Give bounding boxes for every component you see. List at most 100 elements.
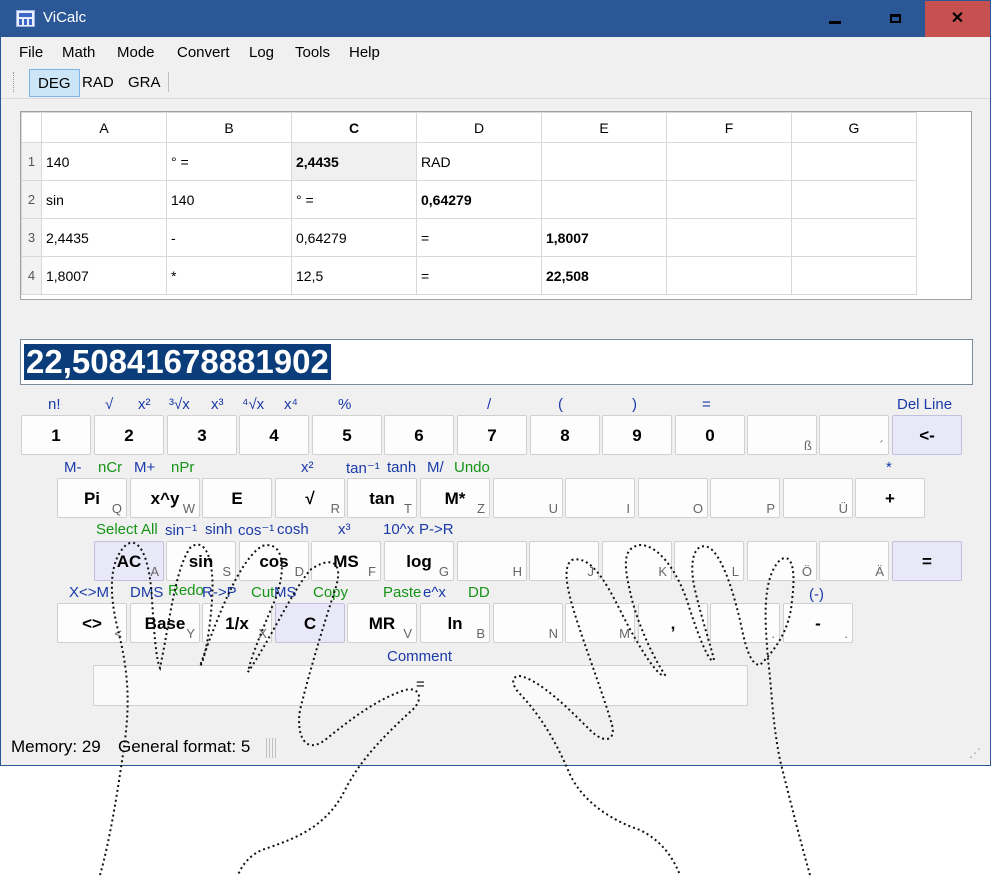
key-row4-7[interactable]: M [565,603,635,643]
key-row3-1[interactable]: sin S [166,541,236,581]
row-header[interactable]: 2 [21,180,42,219]
column-header-f[interactable]: F [666,112,792,143]
menu-math[interactable]: Math [62,44,95,61]
key-row1-10[interactable]: ß [747,415,817,455]
table-cell[interactable]: = [416,218,542,257]
table-cell[interactable]: = [416,256,542,295]
table-cell[interactable] [541,142,667,181]
key-row3-6[interactable]: J [529,541,599,581]
key-row2-4[interactable]: tan T [347,478,417,518]
key-row3-3[interactable]: MS F [311,541,381,581]
menu-mode[interactable]: Mode [117,44,155,61]
key-row1-9[interactable]: 0 [675,415,745,455]
key-row2-8[interactable]: O [638,478,708,518]
key-row4-9[interactable]: . [710,603,780,643]
key-row2-5[interactable]: M* Z [420,478,490,518]
table-cell[interactable]: ° = [291,180,417,219]
key-row1-6[interactable]: 7 [457,415,527,455]
key-row4-6[interactable]: N [493,603,563,643]
row-header[interactable]: 3 [21,218,42,257]
table-cell[interactable]: 0,64279 [416,180,542,219]
key-row4-8[interactable]: , [638,603,708,643]
column-header-d[interactable]: D [416,112,542,143]
key-row4-10[interactable]: -. [783,603,853,643]
column-header-a[interactable]: A [41,112,167,143]
key-row4-2[interactable]: 1/x X [202,603,272,643]
key-row4-1[interactable]: Base Y [130,603,200,643]
column-header-c[interactable]: C [291,112,417,143]
table-cell[interactable]: 140 [41,142,167,181]
key-row3-5[interactable]: H [457,541,527,581]
key-row1-7[interactable]: 8 [530,415,600,455]
table-cell[interactable]: 1,8007 [41,256,167,295]
key-row1-5[interactable]: 6 [384,415,454,455]
table-cell[interactable]: 12,5 [291,256,417,295]
key-row1-0[interactable]: 1 [21,415,91,455]
table-cell[interactable] [666,142,792,181]
rad-button[interactable]: RAD [74,69,122,97]
table-cell[interactable]: 0,64279 [291,218,417,257]
maximize-button[interactable] [865,1,925,37]
key-row4-3[interactable]: C [275,603,345,643]
table-cell[interactable]: 140 [166,180,292,219]
key-row3-8[interactable]: L [674,541,744,581]
key-row2-7[interactable]: I [565,478,635,518]
table-cell[interactable] [666,256,792,295]
table-cell[interactable]: * [166,256,292,295]
key-row2-6[interactable]: U [493,478,563,518]
key-row3-10[interactable]: Ä [819,541,889,581]
key-row3-2[interactable]: cos D [239,541,309,581]
menu-tools[interactable]: Tools [295,44,330,61]
key-row1-11[interactable]: ´ [819,415,889,455]
table-cell[interactable] [791,256,917,295]
table-cell[interactable]: 2,4435 [291,142,417,181]
display-value[interactable]: 22,50841678881902 [24,344,331,380]
key-row3-9[interactable]: Ö [747,541,817,581]
menu-help[interactable]: Help [349,44,380,61]
table-cell[interactable] [791,218,917,257]
table-cell[interactable]: 22,508 [541,256,667,295]
key-row3-0[interactable]: AC A [94,541,164,581]
gra-button[interactable]: GRA [120,69,169,97]
key-row4-5[interactable]: ln B [420,603,490,643]
table-cell[interactable]: 2,4435 [41,218,167,257]
key-row3-7[interactable]: K [602,541,672,581]
table-cell[interactable]: 1,8007 [541,218,667,257]
column-header-e[interactable]: E [541,112,667,143]
toolbar-grip[interactable] [13,72,15,92]
table-cell[interactable] [666,218,792,257]
table-cell[interactable] [791,180,917,219]
menu-convert[interactable]: Convert [177,44,230,61]
table-cell[interactable] [541,180,667,219]
row-header[interactable]: 4 [21,256,42,295]
menu-file[interactable]: File [19,44,43,61]
backspace-key[interactable]: <- [892,415,962,455]
result-display[interactable]: 22,50841678881902 [20,339,973,385]
table-cell[interactable] [666,180,792,219]
plus-key[interactable]: + [855,478,925,518]
key-row4-0[interactable]: <> < [57,603,127,643]
row-header[interactable]: 1 [21,142,42,181]
key-row2-2[interactable]: E [202,478,272,518]
table-cell[interactable]: RAD [416,142,542,181]
key-row2-3[interactable]: √ R [275,478,345,518]
column-header-b[interactable]: B [166,112,292,143]
table-cell[interactable]: - [166,218,292,257]
deg-button[interactable]: DEG [29,69,80,97]
equals-key[interactable]: = [892,541,962,581]
comment-input[interactable]: = [93,665,748,706]
key-row3-4[interactable]: log G [384,541,454,581]
spreadsheet[interactable]: A B C D E F G 1 140 ° = 2,4435 RAD 2 sin 140 ° = 0,64279… [20,111,972,300]
minimize-button[interactable] [805,1,865,37]
key-row1-4[interactable]: 5 [312,415,382,455]
table-cell[interactable]: ° = [166,142,292,181]
key-row2-10[interactable]: Ü [783,478,853,518]
key-row2-9[interactable]: P [710,478,780,518]
resize-grip-icon[interactable]: ⋰ [969,746,981,760]
title-bar[interactable]: ViCalc ✕ [1,1,990,37]
key-row2-1[interactable]: x^y W [130,478,200,518]
table-cell[interactable] [791,142,917,181]
menu-log[interactable]: Log [249,44,274,61]
key-row1-2[interactable]: 3 [167,415,237,455]
key-row1-1[interactable]: 2 [94,415,164,455]
